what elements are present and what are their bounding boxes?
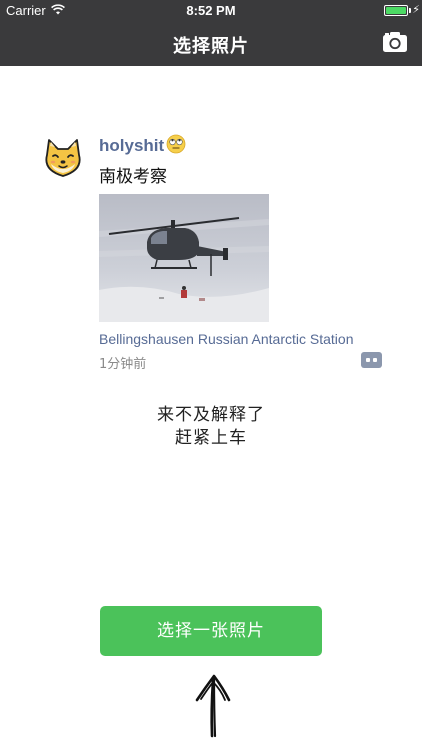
location-link[interactable]: Bellingshausen Russian Antarctic Station: [99, 331, 353, 347]
post-photo[interactable]: [99, 194, 269, 322]
charging-bolt-icon: ⚡: [412, 3, 420, 16]
status-bar: Carrier 8:52 PM ⚡: [0, 0, 422, 22]
rolling-eyes-emoji-icon: [166, 134, 186, 154]
status-time: 8:52 PM: [186, 3, 236, 18]
comment-dot: [373, 358, 377, 362]
caption-line-2: 赶紧上车: [175, 428, 247, 448]
comment-more-icon[interactable]: [361, 352, 382, 368]
battery-icon: [384, 5, 408, 16]
post-text: 南极考察: [99, 167, 167, 187]
username-text: holyshit: [99, 136, 165, 155]
post-timestamp: 1分钟前: [99, 357, 147, 372]
caption-line-1: 来不及解释了: [157, 405, 265, 425]
comment-dot: [366, 358, 370, 362]
helicopter-snow-photo: [99, 194, 269, 322]
hand-drawn-up-arrow-icon: [195, 674, 231, 738]
username[interactable]: holyshit: [99, 134, 186, 156]
battery-fill: [386, 7, 406, 14]
page-title: 选择照片: [173, 36, 249, 57]
navigation-bar: Carrier 8:52 PM ⚡ 选择照片: [0, 0, 422, 66]
battery-tip: [409, 8, 411, 13]
camera-icon[interactable]: [382, 31, 408, 53]
choose-photo-button[interactable]: 选择一张照片: [100, 606, 322, 656]
avatar[interactable]: [42, 138, 84, 180]
